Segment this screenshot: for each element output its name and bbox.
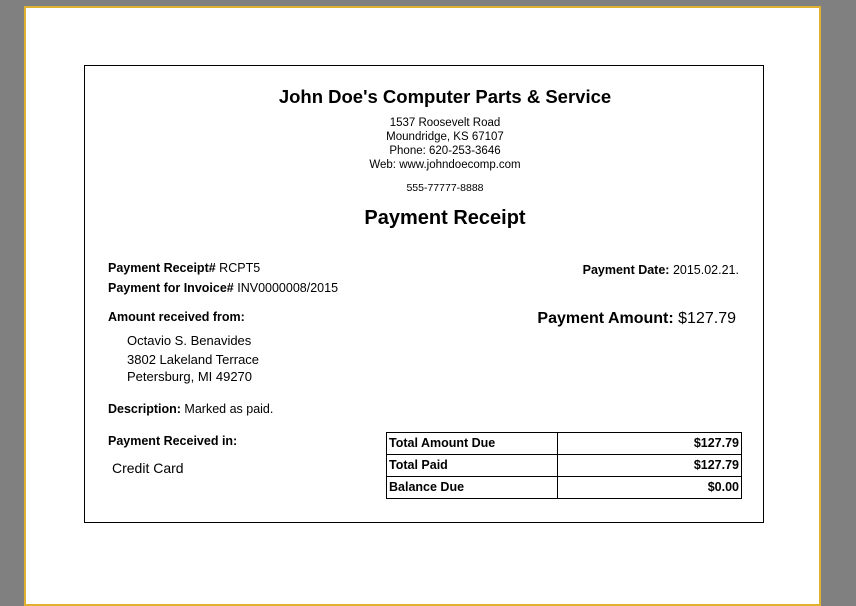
- table-row: Total Amount Due $127.79: [386, 432, 742, 455]
- received-in-label: Payment Received in:: [108, 434, 237, 448]
- invoice-label: Payment for Invoice#: [108, 281, 234, 295]
- receipt-title: Payment Receipt: [364, 207, 526, 229]
- invoice-value: INV0000008/2015: [237, 281, 339, 295]
- company-phone: Phone: 620-253-3646: [389, 145, 501, 157]
- received-from-label: Amount received from:: [108, 310, 245, 324]
- company-extra-number: 555-77777-8888: [406, 182, 484, 194]
- description-value: Marked as paid.: [184, 402, 274, 416]
- payment-amount-label: Payment Amount:: [537, 310, 674, 327]
- total-amount-due-value: $127.79: [557, 432, 742, 455]
- invoice-line: Payment for Invoice# INV0000008/2015: [108, 281, 338, 295]
- payment-date-value: 2015.02.21.: [672, 263, 739, 277]
- company-address-line1: 1537 Roosevelt Road: [389, 117, 501, 129]
- payment-date-label: Payment Date:: [582, 263, 670, 277]
- total-amount-due-label: Total Amount Due: [386, 432, 558, 455]
- totals-table: Total Amount Due $127.79 Total Paid $127…: [386, 432, 742, 499]
- payment-date-line: Payment Date: 2015.02.21.: [583, 263, 739, 277]
- company-address-line2: Moundridge, KS 67107: [386, 131, 504, 143]
- company-web: Web: www.johndoecomp.com: [369, 159, 521, 171]
- received-in-label-text: Payment Received in:: [108, 434, 238, 448]
- customer-city: Petersburg, MI 49270: [127, 369, 253, 384]
- customer-street: 3802 Lakeland Terrace: [127, 352, 260, 367]
- table-row: Balance Due $0.00: [386, 476, 742, 499]
- customer-name: Octavio S. Benavides: [127, 333, 252, 348]
- description-line: Description: Marked as paid.: [108, 402, 273, 416]
- table-row: Total Paid $127.79: [386, 454, 742, 477]
- description-label: Description:: [108, 402, 181, 416]
- received-from-label-text: Amount received from:: [108, 310, 245, 324]
- payment-amount-value: $127.79: [678, 310, 736, 327]
- total-paid-value: $127.79: [557, 454, 742, 477]
- balance-due-value: $0.00: [557, 476, 742, 499]
- receipt-number-line: Payment Receipt# RCPT5: [108, 261, 260, 275]
- payment-amount-line: Payment Amount: $127.79: [537, 310, 736, 328]
- company-name: John Doe's Computer Parts & Service: [278, 86, 612, 107]
- total-paid-label: Total Paid: [386, 454, 558, 477]
- balance-due-label: Balance Due: [386, 476, 558, 499]
- receipt-number-value: RCPT5: [219, 261, 261, 275]
- payment-method: Credit Card: [112, 460, 184, 476]
- receipt-number-label: Payment Receipt#: [108, 261, 216, 275]
